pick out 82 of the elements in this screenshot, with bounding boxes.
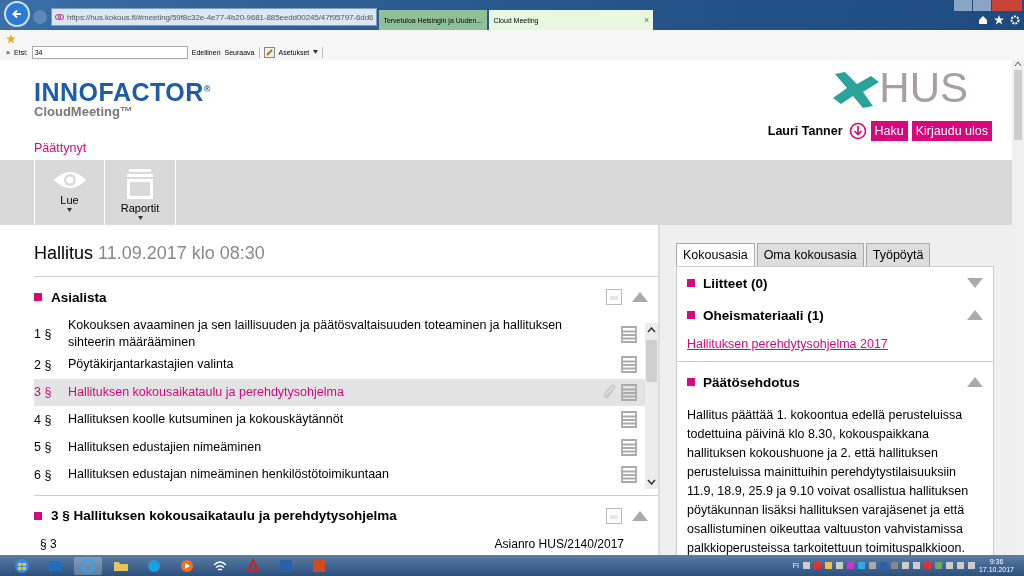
expand-arrow-icon[interactable] xyxy=(967,278,983,288)
item-number: 2 § xyxy=(34,357,53,372)
agenda-item[interactable]: 3 § Hallituksen kokousaikataulu ja perehdytysohjelma xyxy=(34,378,645,406)
scroll-up-icon[interactable] xyxy=(1014,60,1022,68)
cross-logo-icon xyxy=(833,72,880,108)
toolbar-button[interactable]: Lue xyxy=(34,160,104,225)
proposal-text: Hallitus päättää 1. kokoontua edellä perusteluissa todettuina päivinä klo 8.30, kokouspaikkana hallituksen kokoushuone ja 2. että hallituksen perusteluissa mainittuihin perehdytystilaisuuksiin 11.9, 18.9, 25.9 ja 9.10 voivat osallistua hallituksen pöytäkunnan lisäksi hallituksen varajäsenet ja että osallistuminen oikeuttaa valtuuston vahvistamissa palkkioperusteissa tarkoitettuun toimituspalkkioon. xyxy=(687,407,970,555)
meeting-date: 11.09.2017 klo 08:30 xyxy=(98,243,265,264)
section-number: § 3 xyxy=(40,536,57,551)
item-number: 1 § xyxy=(34,327,53,341)
star-icon[interactable] xyxy=(994,15,1004,25)
document-icon[interactable] xyxy=(621,325,637,343)
settings-icon[interactable] xyxy=(1010,15,1020,25)
collapse-arrow-icon[interactable] xyxy=(632,292,648,302)
user-name[interactable]: Lauri Tanner xyxy=(767,124,843,138)
bullet-square-icon xyxy=(687,378,695,386)
collapse-arrow-icon[interactable] xyxy=(632,510,648,521)
panel-heading: Päätösehdotus xyxy=(703,374,800,390)
brand-logo: INNOFACTOR$^{®}$ xyxy=(34,77,211,106)
collapse-arrow-icon[interactable] xyxy=(967,377,983,387)
address-bar[interactable]: https://hus.kokous.fi/#meeting/59f8c32e-4e77-4b20-9681-885eedd00245/47f95797-6dd6 xyxy=(51,8,378,26)
document-icon[interactable] xyxy=(621,411,637,429)
item-number: 4 § xyxy=(34,412,53,427)
bullet-square-icon xyxy=(34,293,42,301)
agenda-item[interactable]: 4 § Hallituksen koolle kutsuminen ja kokouskäytännöt xyxy=(34,406,645,434)
agenda-item[interactable]: 2 § Pöytäkirjantarkastajien valinta xyxy=(34,351,645,379)
document-icon[interactable] xyxy=(621,383,637,401)
item-title: Kokouksen avaaminen ja sen laillisuuden ja päätösvaltaisuuden toteaminen ja hallituksen sihteerin määrääminen xyxy=(68,317,564,351)
product-name: CloudMeeting™ xyxy=(34,105,134,119)
bullet-square-icon xyxy=(687,311,695,319)
browser-icon[interactable] xyxy=(80,557,96,574)
bullet-square-icon xyxy=(34,511,42,520)
download-circle-icon[interactable] xyxy=(848,122,867,140)
section-heading: Asialista xyxy=(51,289,107,305)
caret-icon[interactable] xyxy=(313,50,319,54)
bullet-square-icon xyxy=(687,279,695,287)
panel-heading: Liitteet (0) xyxy=(703,275,768,291)
caret-icon xyxy=(137,216,143,220)
close-tab-button[interactable]: × xyxy=(644,15,650,25)
item-title: Hallituksen edustajien nimeäminen xyxy=(68,438,263,456)
back-button[interactable] xyxy=(4,1,30,27)
agenda-item[interactable]: 1 § Kokouksen avaaminen ja sen laillisuuden ja päätösvaltaisuuden toteaminen ja hallituksen sihteerin määrääminen xyxy=(34,317,645,351)
panel-tab[interactable]: Oma kokousasia xyxy=(756,243,864,266)
document-icon[interactable] xyxy=(621,356,637,374)
tray-stack-icon xyxy=(125,168,155,200)
item-number: 3 § xyxy=(34,385,53,400)
favorites-icon[interactable] xyxy=(6,34,16,44)
item-number: 6 § xyxy=(34,467,53,482)
scroll-down-icon[interactable] xyxy=(647,478,656,485)
collapse-arrow-icon[interactable] xyxy=(967,310,983,320)
document-icon[interactable] xyxy=(621,438,637,456)
scrollbar-thumb[interactable] xyxy=(1014,70,1022,140)
play-icon[interactable] xyxy=(179,557,195,574)
home-icon[interactable] xyxy=(978,15,988,25)
arrow-left-icon xyxy=(11,8,23,20)
case-number: Asianro HUS/2140/2017 xyxy=(494,536,624,551)
header-button[interactable]: Haku xyxy=(870,121,908,141)
item-title: Hallituksen edustajan nimeäminen henkilöstötoimikuntaan xyxy=(68,466,391,484)
highlight-icon[interactable] xyxy=(263,46,275,58)
start-button[interactable] xyxy=(14,557,30,574)
org-logo: HUS xyxy=(879,68,968,108)
toolbar-button[interactable]: Raportit xyxy=(104,160,176,225)
site-icon xyxy=(55,13,64,21)
scroll-up-icon[interactable] xyxy=(647,327,656,333)
item-number: 5 § xyxy=(34,440,53,455)
panel-tab[interactable]: Työpöytä xyxy=(865,243,931,266)
item-title: Hallituksen koolle kutsuminen ja kokouskäytännöt xyxy=(68,411,345,429)
caret-icon xyxy=(67,208,72,212)
panel-tab[interactable]: Kokousasia xyxy=(676,243,755,266)
meeting-status: Päättynyt xyxy=(34,141,88,156)
document-icon[interactable] xyxy=(621,466,637,484)
forward-button[interactable] xyxy=(33,10,47,24)
agenda-item[interactable]: 5 § Hallituksen edustajien nimeäminen xyxy=(34,433,645,461)
panel-heading: Oheismateriaali (1) xyxy=(703,307,824,323)
scrollbar-thumb[interactable] xyxy=(646,339,657,382)
agenda-item[interactable]: 6 § Hallituksen edustajan nimeäminen henkilöstötoimikuntaan xyxy=(34,461,645,489)
header-button[interactable]: Kirjaudu ulos xyxy=(911,121,992,141)
item-title: Pöytäkirjantarkastajien valinta xyxy=(68,356,235,374)
attachment-link[interactable]: Hallituksen perehdytysohjelma 2017 xyxy=(687,337,983,351)
item-title: Hallituksen kokousaikataulu ja perehdytysohjelma xyxy=(68,383,345,401)
section-heading: 3 § Hallituksen kokousaikataulu ja perehdytysohjelma xyxy=(51,508,397,523)
meeting-title: Hallitus xyxy=(34,243,94,264)
